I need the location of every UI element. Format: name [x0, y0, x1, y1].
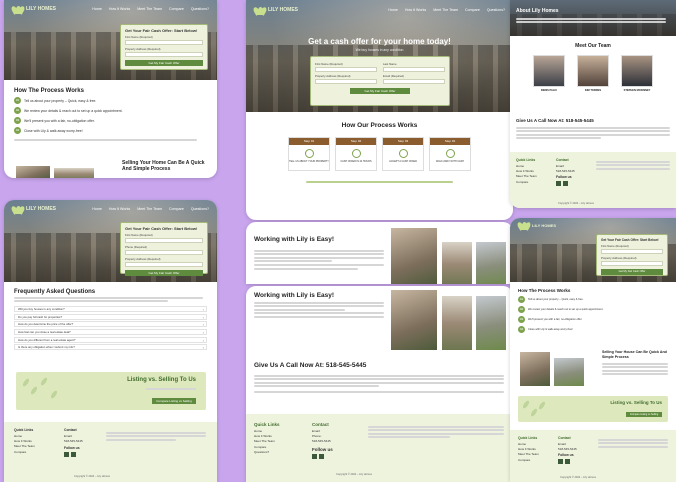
logo[interactable]: LILY HOMES — [10, 4, 56, 15]
nav-questions[interactable]: Questions? — [191, 7, 209, 11]
facebook-icon[interactable] — [556, 181, 561, 187]
page-preview-right-bottom: LILY HOMES Get Your Fair Cash Offer: Sta… — [510, 218, 676, 482]
teaser-heading: Selling Your Home Can Be A Quick And Sim… — [122, 160, 205, 172]
lotus-icon — [252, 5, 268, 16]
faq-item[interactable]: How do you determine the price of the of… — [14, 321, 207, 328]
hero-title: Get a cash offer for your home today! — [308, 37, 451, 46]
offer-form: Get Your Fair Cash Offer: Start Below! F… — [120, 24, 208, 70]
first-name-input[interactable] — [125, 40, 203, 45]
faq-item[interactable]: How do you different from a real estate … — [14, 336, 207, 343]
house-photo — [54, 168, 94, 178]
faq-item[interactable]: How fast can you close a real estate dea… — [14, 328, 207, 335]
facebook-icon[interactable] — [312, 454, 317, 460]
cash-icon — [445, 149, 455, 158]
offer-form: Get Your Fair Cash Offer: Start Below! F… — [120, 222, 208, 276]
page-preview-left-bottom: LILY HOMES Home How It Works Meet The Te… — [4, 200, 217, 482]
process-title: How The Process Works — [14, 88, 84, 94]
avatar — [533, 55, 565, 87]
form-title: Get Your Fair Cash Offer: Start Below! — [125, 28, 198, 33]
avatar — [621, 55, 653, 87]
faq-item[interactable]: Will you buy houses in any condition? — [14, 306, 207, 313]
faq-item[interactable]: Do you pay full cash for properties? — [14, 313, 207, 320]
hero-banner: LILY HOMES Home How It Works Meet The Te… — [4, 0, 217, 80]
nav-home[interactable]: Home — [92, 7, 102, 11]
nav-compare[interactable]: Compare — [169, 7, 184, 11]
tree-photo — [476, 242, 506, 284]
nav-team[interactable]: Meet The Team — [137, 7, 162, 11]
page-preview-center-bottom: Working with Lily is Easy! Give Us A Cal… — [246, 286, 513, 482]
avatar — [577, 55, 609, 87]
money-icon — [351, 149, 361, 158]
nav-how[interactable]: How It Works — [109, 7, 130, 11]
step-card: Step 03 ACCEPT A CASH OFFER — [382, 137, 424, 171]
page-preview-center: LILY HOMES Home How It Works Meet The Te… — [246, 0, 513, 220]
top-nav: LILY HOMES Home How It Works Meet The Te… — [4, 0, 217, 18]
facebook-icon[interactable] — [558, 459, 563, 465]
instagram-icon[interactable] — [563, 181, 568, 187]
instagram-icon[interactable] — [565, 459, 570, 465]
instagram-icon[interactable] — [71, 452, 76, 458]
house-icon — [304, 149, 314, 158]
submit-button[interactable]: Get My Fair Cash Offer — [125, 60, 203, 66]
address-input[interactable] — [125, 52, 203, 57]
facebook-icon[interactable] — [64, 452, 69, 458]
lotus-icon — [516, 220, 532, 231]
page-preview-right-top: About Lily Homes Meet Our Team DENIS PAL… — [510, 0, 676, 208]
offer-form: Get Your Fair Cash Offer: Start Below! F… — [596, 234, 668, 276]
lotus-icon — [10, 4, 26, 15]
about-heading: About Lily Homes — [516, 8, 559, 14]
team-member[interactable]: STEPHEN MCKINNEY — [621, 55, 653, 92]
step-card: Step 04 WALK AWAY WITH CASH — [429, 137, 471, 171]
handshake-icon — [398, 149, 408, 158]
offer-form: First Name (Required) Property Address (R… — [310, 56, 450, 106]
page-preview-center-lower: Working with Lily is Easy! — [246, 222, 513, 284]
page-preview-left-top: LILY HOMES Home How It Works Meet The Te… — [4, 0, 217, 178]
team-member[interactable]: DENIS PALIC — [533, 55, 565, 92]
street-photo — [442, 242, 472, 284]
building-photo — [391, 228, 437, 284]
faq-title: Frequently Asked Questions — [14, 289, 96, 295]
team-member[interactable]: KIM TORRES — [577, 55, 609, 92]
call-heading: Give Us A Call Now At: 518-545-5445 — [254, 362, 367, 369]
step-card: Step 02 CASH OFFER IN 24 HOURS — [335, 137, 377, 171]
compare-button[interactable]: Compare Listing vs Selling — [152, 398, 196, 404]
faq-item[interactable]: Is there any obligation when I submit my… — [14, 344, 207, 351]
listing-cta: Listing vs. Selling To Us Compare Listin… — [16, 372, 206, 410]
house-photo — [16, 166, 50, 178]
instagram-icon[interactable] — [319, 454, 324, 460]
step-card: Step 01 TELL US ABOUT YOUR PROPERTY — [288, 137, 330, 171]
lotus-icon — [10, 204, 26, 215]
